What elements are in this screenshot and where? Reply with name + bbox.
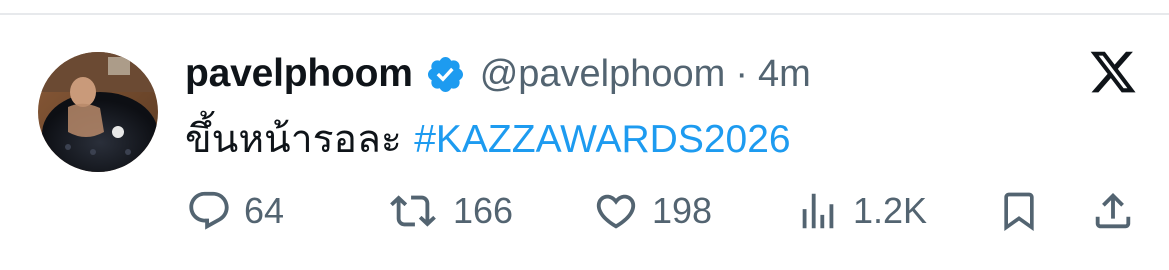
tweet-text: ขึ้นหน้ารอละ #KAZZAWARDS2026 <box>185 108 791 170</box>
tweet-header: pavelphoom @pavelphoom · 4m <box>185 46 811 102</box>
views-icon <box>802 193 834 229</box>
top-divider <box>0 13 1169 15</box>
hashtag-link[interactable]: #KAZZAWARDS2026 <box>414 118 790 161</box>
verified-badge-icon <box>425 54 466 95</box>
tweet-body: ขึ้นหน้ารอละ <box>185 117 415 162</box>
reply-button[interactable]: 64 <box>186 180 284 242</box>
bookmark-icon <box>1004 192 1034 232</box>
share-icon <box>1095 192 1131 229</box>
action-bar: 64 166 198 1.2K <box>0 180 1169 242</box>
display-name[interactable]: pavelphoom <box>185 52 413 96</box>
reply-count: 64 <box>244 190 285 231</box>
x-logo-icon[interactable] <box>1088 47 1138 97</box>
repost-icon <box>390 195 436 227</box>
share-button[interactable] <box>1090 180 1136 242</box>
bookmark-button[interactable] <box>997 180 1041 242</box>
repost-button[interactable]: 166 <box>385 180 513 242</box>
views-button[interactable]: 1.2K <box>795 180 927 242</box>
like-count: 198 <box>652 190 713 231</box>
like-button[interactable]: 198 <box>592 180 712 242</box>
handle[interactable]: @pavelphoom <box>480 53 726 96</box>
avatar[interactable] <box>38 52 158 172</box>
heart-icon <box>596 194 636 229</box>
reply-icon <box>189 191 229 230</box>
timestamp[interactable]: 4m <box>758 53 811 96</box>
separator-dot: · <box>735 52 748 95</box>
views-count: 1.2K <box>853 190 928 231</box>
repost-count: 166 <box>453 190 514 231</box>
